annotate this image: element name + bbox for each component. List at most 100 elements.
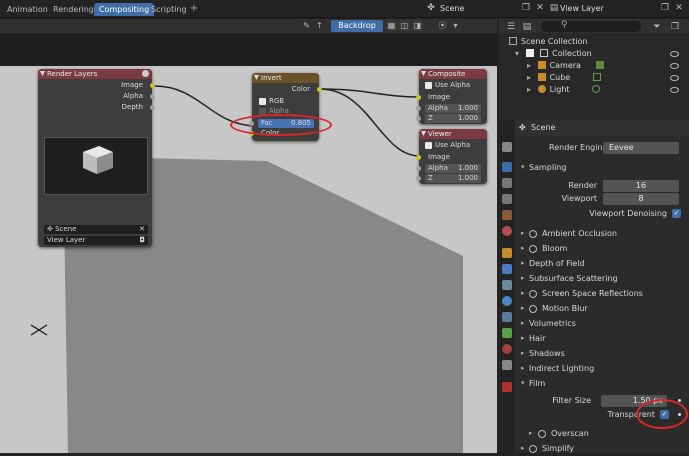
view-layer-selector[interactable]: View Layer [560,2,604,16]
viewport-samples-field[interactable]: 8 [603,193,679,205]
render-icon[interactable] [142,70,149,77]
composite-use-alpha-checkbox[interactable] [425,82,432,89]
composite-z-field[interactable]: Z 1.000 [425,114,481,123]
editor-type-icon[interactable]: ☰ [505,21,517,33]
collapse-icon[interactable] [40,71,45,76]
render-layers-header[interactable]: Render Layers [38,69,152,79]
camera-eye-icon[interactable] [670,63,679,69]
tab-scripting[interactable]: Scripting [146,3,192,16]
viewer-alpha-socket[interactable] [416,166,421,171]
output-image-socket[interactable] [150,83,155,88]
composite-z-socket[interactable] [416,116,421,121]
delete-scene-icon[interactable]: ✕ [534,2,546,14]
output-depth-socket[interactable] [150,105,155,110]
world-tab-icon[interactable] [502,226,512,236]
volumetrics-panel[interactable]: ▸ Volumetrics [515,316,689,331]
clear-scene-icon[interactable]: ✕ [139,225,145,234]
composite-header[interactable]: Composite [419,69,487,79]
texture-tab-icon[interactable] [502,360,512,370]
new-scene-icon[interactable]: ❐ [520,2,532,14]
outliner-collection[interactable]: ▾ Collection [515,48,592,60]
viewer-use-alpha-checkbox[interactable] [425,142,432,149]
light-eye-icon[interactable] [670,87,679,93]
subsurface-scattering-panel[interactable]: ▸ Subsurface Scattering [515,271,689,286]
invert-output-socket[interactable] [317,87,322,92]
tool-tab-icon[interactable] [502,142,512,152]
indirect-lighting-panel[interactable]: ▸ Indirect Lighting [515,361,689,376]
shadows-panel[interactable]: ▸ Shadows [515,346,689,361]
delete-layer-icon[interactable]: ✕ [673,2,685,14]
add-workspace-button[interactable]: + [188,3,200,15]
particles-tab-icon[interactable] [502,280,512,290]
scene-field[interactable]: ✤ Scene ✕ [44,225,148,234]
depth-of-field-panel[interactable]: ▸ Depth of Field [515,256,689,271]
tab-animation[interactable]: Animation [2,3,53,16]
collapse-icon[interactable] [254,75,259,80]
view-layer-tab-icon[interactable] [502,194,512,204]
collection-checkbox[interactable] [525,49,534,57]
outliner-scene-collection[interactable]: Scene Collection [509,36,588,48]
rgb-checkbox[interactable] [259,98,266,105]
viewer-alpha-field[interactable]: Alpha 1.000 [425,164,481,173]
viewport-denoising-checkbox[interactable]: ✓ [672,209,681,218]
outliner-camera[interactable]: ▸ Camera [527,60,608,72]
overscan-panel[interactable]: ▸ Overscan [515,426,689,441]
ambient-occlusion-panel[interactable]: ▸ Ambient Occlusion [515,226,689,241]
overscan-toggle[interactable] [538,430,546,438]
object-tab-icon[interactable] [502,248,512,258]
simplify-toggle[interactable] [529,445,537,453]
film-panel[interactable]: ▾ Film [515,376,689,391]
sampling-panel[interactable]: ▾ Sampling [515,160,689,175]
outliner-search-input[interactable]: ⚲ [541,20,641,32]
layer-field[interactable]: View Layer ◘ [44,236,148,245]
render-layers-node[interactable]: Render Layers Image Alpha Depth ✤ Scene … [38,69,155,247]
ao-toggle[interactable] [529,230,537,238]
cube-eye-icon[interactable] [670,75,679,81]
invert-header[interactable]: Invert [252,73,319,83]
expand-icon[interactable]: ▸ [527,85,531,94]
render-tab-icon[interactable] [502,162,512,172]
new-layer-icon[interactable]: ❐ [659,2,671,14]
scene-tab-icon[interactable] [502,210,512,220]
outliner-light[interactable]: ▸ Light [527,84,604,96]
outliner-cube[interactable]: ▸ Cube [527,72,605,84]
expand-icon[interactable]: ▾ [515,49,519,58]
collapse-icon[interactable] [421,71,426,76]
viewer-header[interactable]: Viewer [419,129,487,139]
composite-image-socket[interactable] [416,95,421,100]
viewer-node[interactable]: Viewer Use Alpha Image Alpha 1.000 Z 1.0… [416,129,487,184]
collapse-icon[interactable] [421,131,426,136]
constraints-tab-icon[interactable] [502,312,512,322]
texture-checker-icon[interactable] [502,382,512,392]
collection-eye-icon[interactable] [670,51,679,57]
expand-icon[interactable]: ▸ [527,61,531,70]
material-tab-icon[interactable] [502,344,512,354]
viewer-image-socket[interactable] [416,155,421,160]
ssr-panel[interactable]: ▸ Screen Space Reflections [515,286,689,301]
expand-icon[interactable]: ▸ [527,73,531,82]
physics-tab-icon[interactable] [502,296,512,306]
output-alpha-socket[interactable] [150,94,155,99]
bloom-toggle[interactable] [529,245,537,253]
modifier-tab-icon[interactable] [502,264,512,274]
ssr-toggle[interactable] [529,290,537,298]
new-collection-icon[interactable]: ❐ [669,21,681,33]
scene-selector[interactable]: Scene [440,2,464,16]
simplify-panel[interactable]: ▸ Simplify [515,441,689,456]
motion-blur-panel[interactable]: ▸ Motion Blur [515,301,689,316]
layer-render-icon[interactable]: ◘ [139,236,145,245]
tab-rendering[interactable]: Rendering [48,3,99,16]
output-tab-icon[interactable] [502,178,512,188]
viewer-z-field[interactable]: Z 1.000 [425,174,481,183]
render-engine-dropdown[interactable]: Eevee [603,142,679,154]
bloom-panel[interactable]: ▸ Bloom [515,241,689,256]
display-mode-icon[interactable]: ▤ [521,21,533,33]
composite-alpha-field[interactable]: Alpha 1.000 [425,104,481,113]
filter-icon[interactable]: ⏷ [651,21,663,33]
data-tab-icon[interactable] [502,328,512,338]
viewport-denoising-row[interactable]: Viewport Denoising ✓ [515,206,689,221]
scene-icon[interactable]: ✤ [425,2,437,14]
hair-panel[interactable]: ▸ Hair [515,331,689,346]
composite-node[interactable]: Composite Use Alpha Image Alpha 1.000 Z … [416,69,487,124]
motion-blur-toggle[interactable] [529,305,537,313]
